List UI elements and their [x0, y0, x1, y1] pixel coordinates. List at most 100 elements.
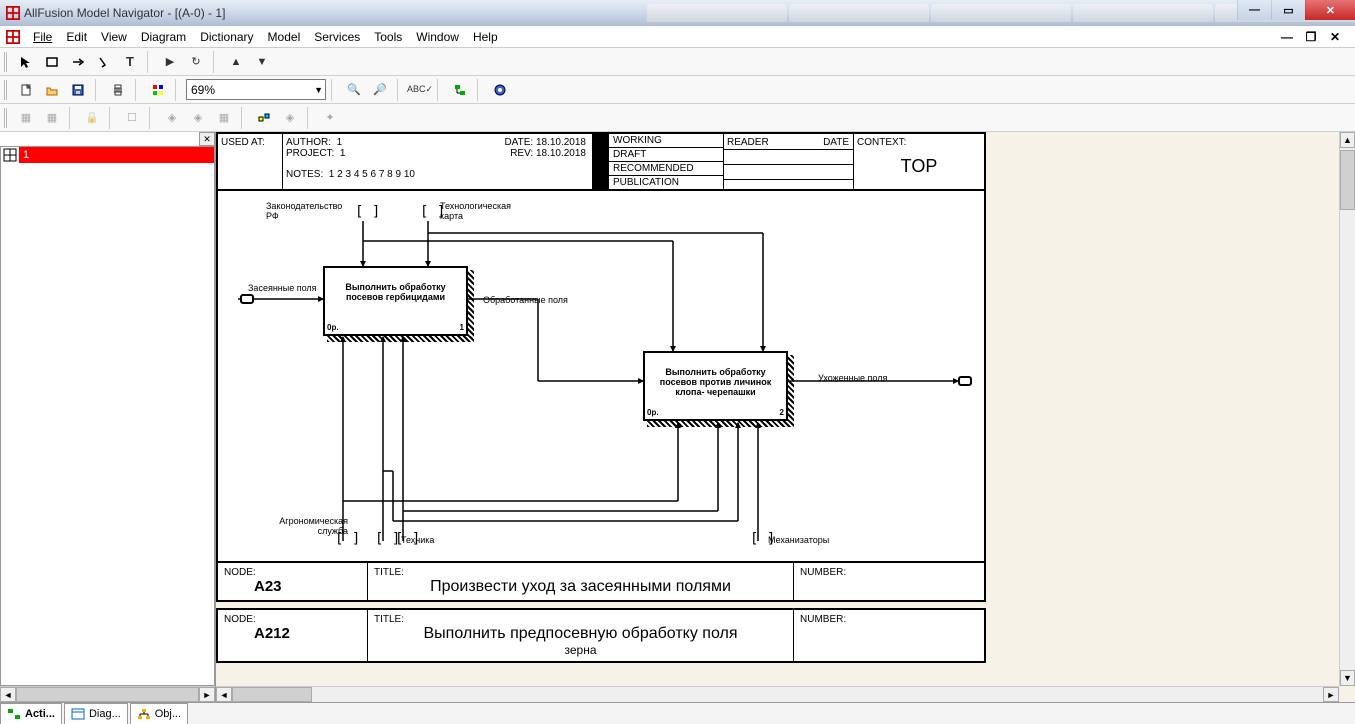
zoom-in-icon[interactable]: 🔍	[342, 79, 366, 101]
text-tool-icon[interactable]: T	[118, 51, 142, 73]
zoom-out-icon[interactable]: 🔎	[368, 79, 392, 101]
color-palette-icon[interactable]	[146, 79, 170, 101]
hatch-decoration	[647, 421, 794, 427]
toolbar-standard: 69%▼ 🔍 🔎 ABC✓	[0, 76, 1355, 104]
toolbar-grip[interactable]	[4, 80, 8, 100]
model-explorer-icon[interactable]	[448, 79, 472, 101]
tab-diagrams[interactable]: Diag...	[64, 703, 128, 724]
menubar: File Edit View Diagram Dictionary Model …	[0, 26, 1355, 48]
tunnel-icon: [ ]	[355, 204, 380, 220]
panel-close-button[interactable]: ✕	[199, 132, 215, 146]
window-titlebar: AllFusion Model Navigator - [(A-0) - 1] …	[0, 0, 1355, 26]
menu-services[interactable]: Services	[307, 28, 367, 46]
menu-dictionary[interactable]: Dictionary	[193, 28, 260, 46]
hatch-decoration	[468, 270, 474, 342]
tab-objects[interactable]: Obj...	[130, 703, 188, 724]
toolbar-grip[interactable]	[4, 52, 8, 72]
number-cell: NUMBER:	[794, 563, 984, 600]
tool-icon[interactable]: ◈	[160, 107, 184, 129]
grid-icon[interactable]: ▦	[212, 107, 236, 129]
arrow-label: Агрономическая служба	[268, 516, 348, 536]
maximize-button[interactable]: ▭	[1271, 0, 1305, 20]
open-file-icon[interactable]	[40, 79, 64, 101]
menu-window[interactable]: Window	[409, 28, 466, 46]
arrow-label: Техника	[401, 535, 434, 545]
save-file-icon[interactable]	[66, 79, 90, 101]
status-cell: WORKING DRAFT RECOMMENDED PUBLICATION	[609, 134, 724, 189]
status-marker	[593, 134, 609, 189]
toolbar-area: T ▶ ↻ ▲ ▼ 69%▼ 🔍 🔎 ABC✓ ▦ ▦ 🔒 ☐	[0, 48, 1355, 132]
mdi-close-button[interactable]: ✕	[1325, 29, 1345, 45]
tool-icon[interactable]: ▦	[14, 107, 38, 129]
title-cell: TITLE: Произвести уход за засеянными пол…	[368, 563, 794, 600]
tree-item-label: 1	[19, 147, 214, 163]
canvas-hscrollbar[interactable]: ◄ ►	[216, 686, 1339, 702]
canvas-vscrollbar[interactable]: ▲ ▼	[1339, 132, 1355, 686]
app-small-icon	[6, 30, 20, 44]
diagram-canvas[interactable]: USED AT: AUTHOR: 1 DATE: 18.10.2018 PROJ…	[216, 132, 1355, 702]
refresh-icon[interactable]: ↻	[184, 51, 208, 73]
menu-diagram[interactable]: Diagram	[134, 28, 193, 46]
spellcheck-icon[interactable]: ABC✓	[408, 79, 432, 101]
activities-icon	[7, 708, 21, 720]
arrow-label: Технологическая карта	[440, 201, 530, 221]
print-icon[interactable]	[106, 79, 130, 101]
child-diagram-icon[interactable]: ▼	[250, 51, 274, 73]
toolbar-grip[interactable]	[4, 108, 8, 128]
menu-tools[interactable]: Tools	[367, 28, 409, 46]
tool-icon[interactable]: ▦	[40, 107, 64, 129]
panel-hscrollbar[interactable]: ◄►	[0, 686, 215, 702]
hatch-decoration	[788, 355, 794, 427]
app-icon	[6, 6, 20, 20]
tool-icon[interactable]: ✦	[318, 107, 342, 129]
activity-box-1[interactable]: Выполнить обработку посевов гербицидами …	[323, 266, 468, 336]
tunnel-end-icon	[240, 294, 254, 304]
arrow-label: Механизаторы	[768, 535, 829, 545]
mdi-restore-button[interactable]: ❐	[1301, 29, 1321, 45]
idef-frame-2: NODE: A212 TITLE: Выполнить предпосевную…	[216, 608, 986, 663]
tree-root-item[interactable]: 1	[1, 147, 214, 163]
arrow-label: Ухоженные поля	[818, 373, 908, 383]
menu-help[interactable]: Help	[466, 28, 505, 46]
activity-box-2[interactable]: Выполнить обработку посевов против личин…	[643, 351, 788, 421]
mdi-controls: — ❐ ✕	[1277, 29, 1349, 45]
tunnel-end-icon	[958, 376, 972, 386]
node-cell: NODE: A23	[218, 563, 368, 600]
reader-cell: READER DATE	[724, 134, 854, 189]
lock-icon[interactable]: 🔒	[80, 107, 104, 129]
mdi-minimize-button[interactable]: —	[1277, 29, 1297, 45]
new-file-icon[interactable]	[14, 79, 38, 101]
menu-view[interactable]: View	[94, 28, 134, 46]
play-icon[interactable]: ▶	[158, 51, 182, 73]
tab-activities[interactable]: Acti...	[0, 703, 62, 724]
menu-file[interactable]: File	[26, 28, 59, 46]
model-tree[interactable]: 1	[0, 146, 215, 686]
context-cell: CONTEXT: TOP	[854, 134, 984, 189]
arrow-label: Засеянные поля	[248, 283, 323, 293]
properties-icon[interactable]	[488, 79, 512, 101]
squiggle-tool-icon[interactable]	[92, 51, 116, 73]
model-icon	[3, 148, 17, 162]
tool-icon[interactable]: ◈	[186, 107, 210, 129]
frame-footer: NODE: A23 TITLE: Произвести уход за засе…	[218, 561, 984, 600]
close-button[interactable]: ✕	[1305, 0, 1355, 20]
arrow-label: Законодательство РФ	[266, 201, 346, 221]
arrow-tool-icon[interactable]	[66, 51, 90, 73]
menu-edit[interactable]: Edit	[59, 28, 94, 46]
tool-icon[interactable]: ☐	[120, 107, 144, 129]
tool-icon[interactable]: ◈	[278, 107, 302, 129]
objects-icon	[137, 708, 151, 720]
diagram-body[interactable]: [ ] [ ] [ ] [ ] [ ] [ ] Законодательство…	[218, 191, 984, 561]
activity-box-tool-icon[interactable]	[40, 51, 64, 73]
tool-icon[interactable]	[252, 107, 276, 129]
menu-model[interactable]: Model	[261, 28, 308, 46]
node-cell: NODE: A212	[218, 610, 368, 661]
window-controls: — ▭ ✕	[1237, 0, 1355, 20]
zoom-combobox[interactable]: 69%▼	[186, 79, 326, 100]
model-explorer-panel: ✕ 1 ◄►	[0, 132, 216, 702]
parent-diagram-icon[interactable]: ▲	[224, 51, 248, 73]
window-title: AllFusion Model Navigator - [(A-0) - 1]	[24, 6, 647, 20]
minimize-button[interactable]: —	[1237, 0, 1271, 20]
pointer-tool-icon[interactable]	[14, 51, 38, 73]
arrow-label: Обработанные поля	[483, 295, 573, 305]
